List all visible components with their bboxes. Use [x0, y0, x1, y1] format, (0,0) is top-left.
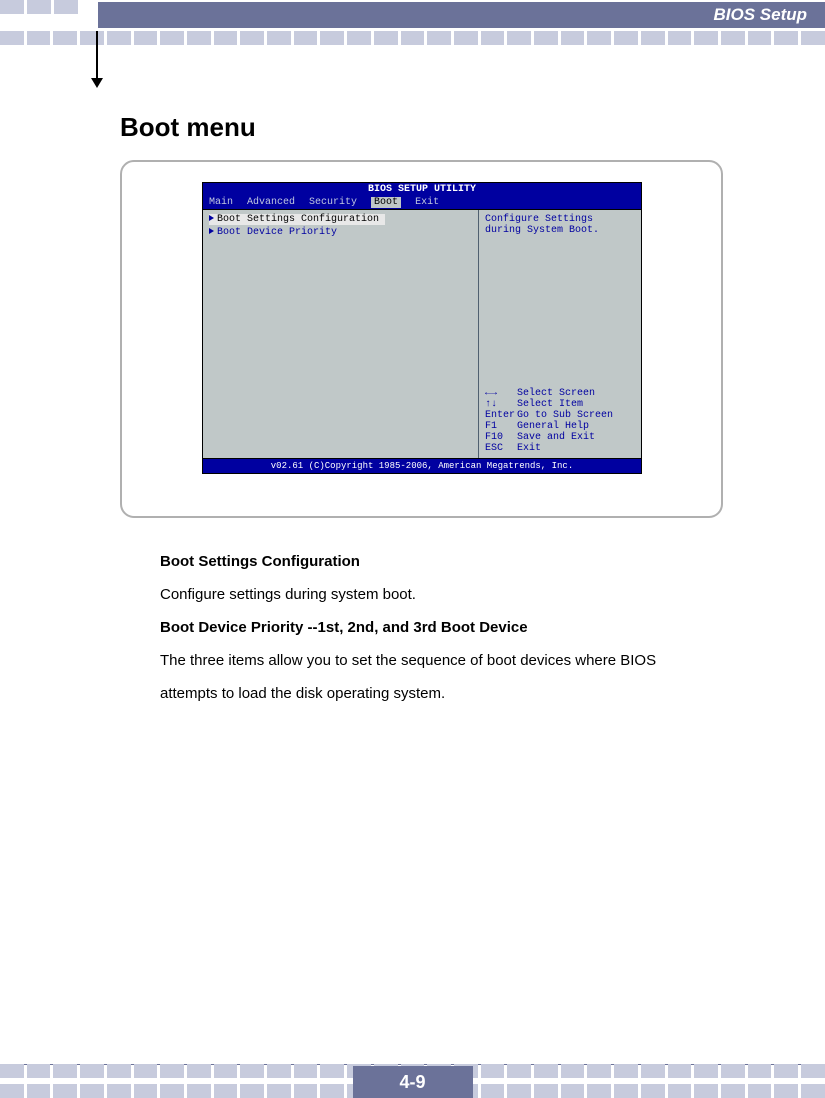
deco-squares-top	[0, 31, 825, 47]
help-description: Configure Settings during System Boot.	[485, 214, 635, 236]
deco-squares-top-left	[0, 0, 78, 14]
footer-band: 4-9	[0, 1046, 825, 1098]
header-bar: BIOS Setup	[98, 2, 825, 28]
tab-advanced[interactable]: Advanced	[247, 197, 295, 208]
paragraph-3: attempts to load the disk operating syst…	[160, 677, 720, 710]
bios-footer: v02.61 (C)Copyright 1985-2006, American …	[203, 459, 641, 473]
bios-tabs: Main Advanced Security Boot Exit	[203, 196, 641, 209]
chevron-right-icon	[209, 228, 214, 234]
paragraph-2: The three items allow you to set the seq…	[160, 644, 720, 677]
tab-main[interactable]: Main	[209, 197, 233, 208]
menu-item-boot-settings[interactable]: Boot Settings Configuration	[209, 214, 385, 225]
bios-body: Boot Settings Configuration Boot Device …	[203, 209, 641, 459]
tab-exit[interactable]: Exit	[415, 197, 439, 208]
paragraph-1: Configure settings during system boot.	[160, 578, 720, 611]
page-number: 4-9	[353, 1066, 473, 1098]
page-heading: Boot menu	[120, 112, 256, 143]
header-title: BIOS Setup	[713, 5, 807, 24]
tab-boot[interactable]: Boot	[371, 197, 401, 208]
section-heading-2: Boot Device Priority --1st, 2nd, and 3rd…	[160, 611, 720, 644]
header-band: BIOS Setup	[0, 0, 825, 58]
bios-title: BIOS SETUP UTILITY	[203, 183, 641, 196]
arrow-down-icon	[91, 78, 103, 88]
help-keys: ←→Select Screen ↑↓Select Item EnterGo to…	[485, 388, 635, 454]
bios-window: BIOS SETUP UTILITY Main Advanced Securit…	[202, 182, 642, 474]
screenshot-frame: BIOS SETUP UTILITY Main Advanced Securit…	[120, 160, 723, 518]
arrow-line	[96, 31, 98, 81]
bios-help-pane: Configure Settings during System Boot. ←…	[479, 210, 641, 458]
tab-security[interactable]: Security	[309, 197, 357, 208]
menu-item-boot-priority[interactable]: Boot Device Priority	[209, 227, 472, 238]
section-heading-1: Boot Settings Configuration	[160, 545, 720, 578]
body-text: Boot Settings Configuration Configure se…	[160, 545, 720, 710]
chevron-right-icon	[209, 215, 214, 221]
bios-menu-left: Boot Settings Configuration Boot Device …	[203, 210, 479, 458]
